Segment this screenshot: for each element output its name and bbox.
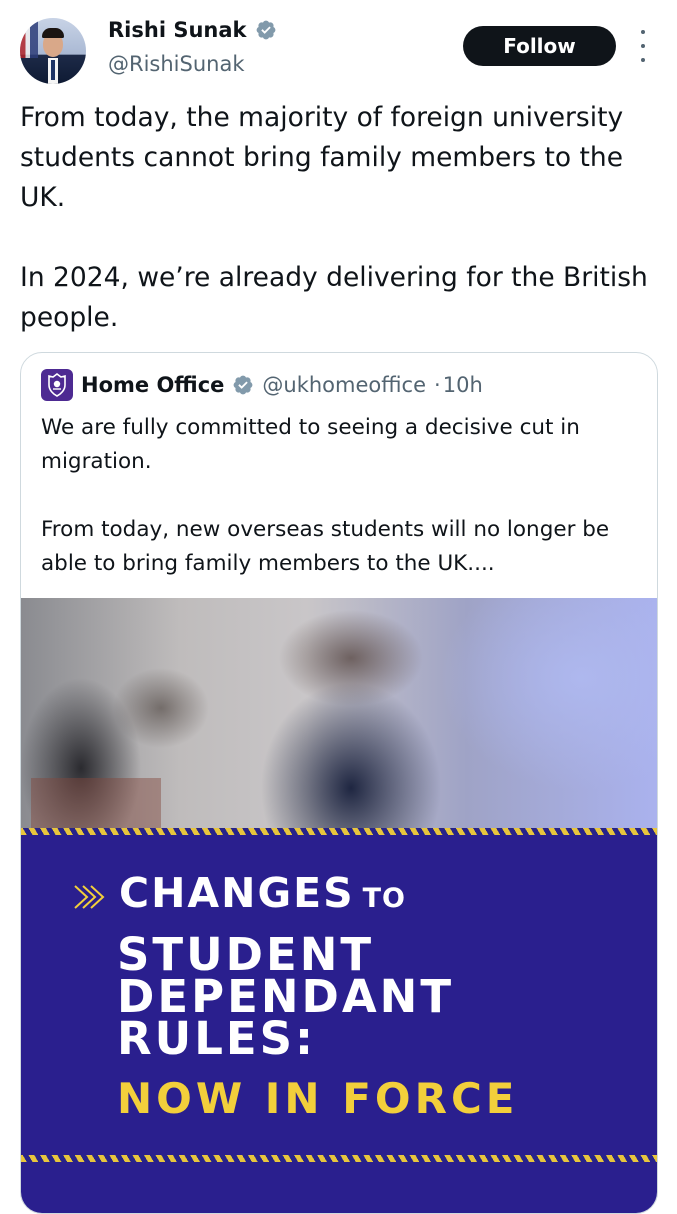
author-name-row: Rishi Sunak: [108, 18, 277, 42]
tweet-header: Rishi Sunak @RishiSunak Follow: [0, 0, 677, 100]
double-chevron-icon: [73, 871, 111, 921]
follow-button[interactable]: Follow: [463, 26, 616, 66]
quoted-media-image[interactable]: CHANGES TO STUDENT DEPENDANT RULES: NOW I…: [21, 598, 657, 1213]
avatar-tie: [51, 60, 55, 80]
headline-word-to: TO: [362, 883, 407, 914]
photo-background-detail: [31, 778, 161, 831]
quoted-tweet-header: Home Office @ukhomeoffice · 10h: [41, 369, 483, 401]
media-headline: CHANGES TO STUDENT DEPENDANT RULES: NOW I…: [74, 868, 519, 1124]
hazard-stripe-top: [21, 828, 657, 835]
quoted-tweet-card[interactable]: Home Office @ukhomeoffice · 10h We are f…: [20, 352, 658, 1214]
verified-badge-icon: [234, 375, 253, 395]
chevron-shape: [74, 885, 105, 909]
quoted-paragraph: We are fully committed to seeing a decis…: [41, 415, 580, 474]
author-display-name[interactable]: Rishi Sunak: [108, 18, 247, 42]
flag-background: [20, 18, 38, 58]
tweet-paragraph: From today, the majority of foreign univ…: [20, 102, 624, 213]
quoted-author-name[interactable]: Home Office: [81, 373, 224, 397]
hazard-stripe-bottom: [21, 1155, 657, 1162]
tweet-paragraph: In 2024, we’re already delivering for th…: [20, 262, 648, 333]
verified-badge-icon: [256, 20, 275, 40]
headline-now-in-force: NOW IN FORCE: [117, 1074, 519, 1123]
avatar[interactable]: [20, 18, 86, 84]
student-photo: [21, 598, 657, 831]
headline-line-4: RULES:: [117, 1012, 317, 1065]
more-vertical-icon[interactable]: [634, 30, 652, 62]
home-office-crest-icon[interactable]: [41, 369, 73, 401]
quoted-paragraph: From today, new overseas students will n…: [41, 517, 610, 576]
avatar-hair: [42, 28, 64, 38]
quoted-timestamp[interactable]: 10h: [443, 373, 483, 397]
tweet-body: From today, the majority of foreign univ…: [20, 98, 650, 338]
more-dot: [641, 44, 645, 48]
crest-shape: [48, 373, 66, 397]
headline-word-changes: CHANGES: [119, 869, 355, 917]
headline-line-1: CHANGES TO: [74, 868, 518, 924]
more-dot: [641, 58, 645, 62]
more-dot: [641, 30, 645, 34]
quoted-author-handle[interactable]: @ukhomeoffice: [262, 373, 426, 397]
author-handle[interactable]: @RishiSunak: [108, 52, 245, 76]
quoted-separator: ·: [434, 373, 441, 397]
quoted-tweet-body: We are fully committed to seeing a decis…: [41, 411, 641, 581]
